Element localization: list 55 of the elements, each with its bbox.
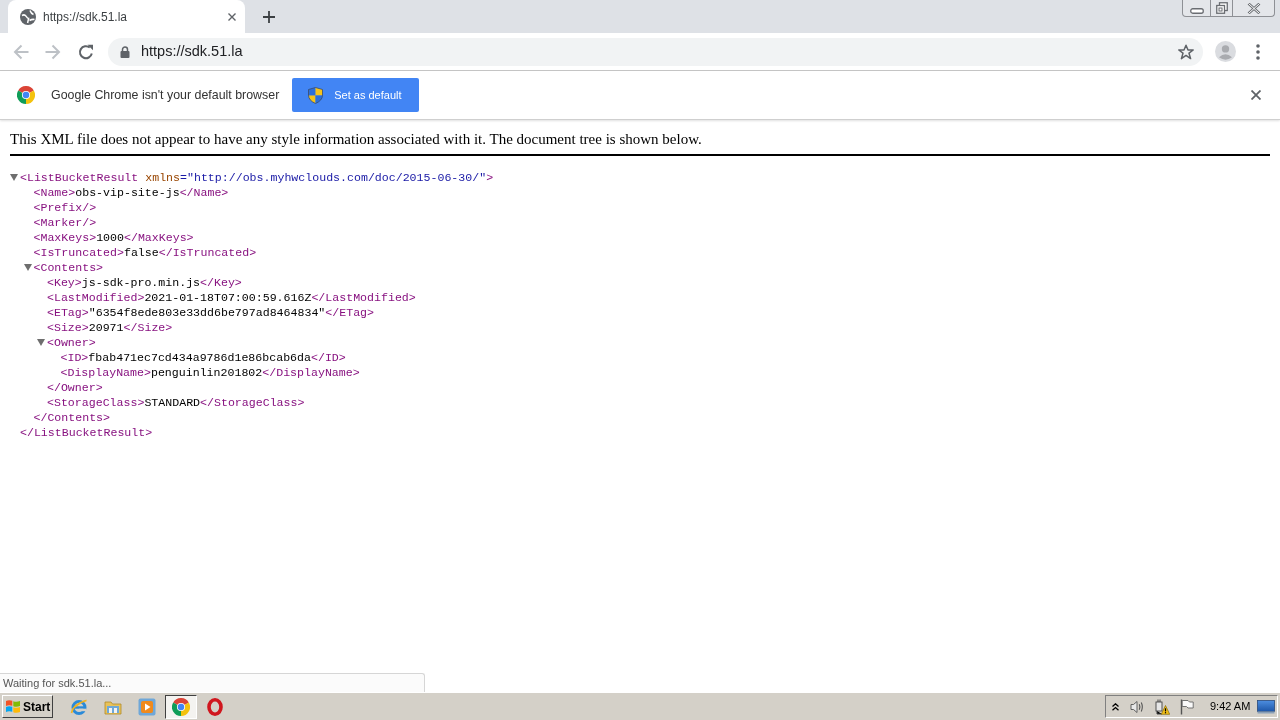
lock-icon [120, 45, 130, 58]
close-icon [1246, 2, 1261, 14]
xml-line: <Owner> [47, 334, 96, 351]
close-icon[interactable] [1251, 90, 1261, 100]
xml-line: <Name>obs-vip-site-js</Name> [33, 184, 229, 201]
xml-line: </Owner> [47, 379, 103, 396]
minimize-icon [1189, 7, 1204, 14]
speaker-icon[interactable] [1130, 699, 1145, 714]
play-icon[interactable] [138, 697, 156, 716]
plus-icon[interactable] [263, 10, 275, 23]
restore-icon [1215, 2, 1228, 14]
network-warning-icon[interactable] [1154, 698, 1170, 715]
xml-notice: This XML file does not appear to have any style information associated with it. The document tree is shown below. [10, 130, 703, 148]
restore-button[interactable] [1211, 0, 1233, 17]
menu-icon[interactable] [1256, 43, 1260, 60]
disclosure-triangle-icon[interactable] [10, 174, 18, 181]
minimize-button[interactable] [1182, 0, 1211, 17]
xml-line: <MaxKeys>1000</MaxKeys> [33, 229, 194, 246]
xml-line: </ListBucketResult> [20, 424, 153, 441]
browser-tab[interactable]: https://sdk.51.la [8, 0, 245, 33]
xml-line: <Key>js-sdk-pro.min.js</Key> [47, 274, 242, 291]
window-close-button[interactable] [1233, 0, 1275, 17]
chrome-logo-icon [17, 86, 35, 104]
star-icon[interactable] [1178, 43, 1194, 60]
globe-icon [20, 8, 36, 25]
ring-icon[interactable] [207, 697, 223, 716]
flag-icon[interactable] [1180, 698, 1194, 715]
xml-line: <IsTruncated>false</IsTruncated> [33, 244, 257, 261]
infobar-message: Google Chrome isn't your default browser [51, 86, 280, 104]
close-icon[interactable] [228, 12, 236, 21]
xml-line: <Contents> [33, 259, 104, 276]
taskbar-button[interactable] [165, 694, 197, 719]
xml-line: <Prefix/> [33, 199, 97, 216]
address-bar[interactable]: https://sdk.51.la [108, 37, 1203, 66]
xml-line: <ID>fbab471ec7cd434a9786d1e86bcab6da</ID> [60, 349, 346, 366]
chrome-logo-icon[interactable] [172, 697, 190, 716]
status-bubble: Waiting for sdk.51.la... [0, 673, 425, 692]
xml-line: <ETag>"6354f8ede803e33dd6be797ad8464834"</ETag> [47, 304, 374, 321]
xml-line: <LastModified>2021-01-18T07:00:59.616Z</LastModified> [47, 289, 416, 306]
xml-line: <ListBucketResult xmlns="http://obs.myhwclouds.com/doc/2015-06-30/"> [20, 169, 494, 186]
xml-line: <Marker/> [33, 214, 97, 231]
clock[interactable]: 9:42 AM [1210, 698, 1251, 715]
xml-line: <Size>20971</Size> [47, 319, 173, 336]
set-default-button[interactable]: Set as default [292, 78, 420, 112]
disclosure-triangle-icon[interactable] [37, 339, 45, 346]
windows-logo-icon [5, 699, 21, 714]
xml-line: <DisplayName>penguinlin201802</DisplayName> [60, 364, 360, 381]
shield-icon [308, 86, 324, 104]
disclosure-triangle-icon[interactable] [23, 264, 32, 271]
show-desktop-icon[interactable] [1257, 699, 1275, 714]
xml-line: </Contents> [33, 409, 111, 426]
start-button[interactable]: Start [2, 695, 53, 718]
xml-line: <StorageClass>STANDARD</StorageClass> [47, 394, 305, 411]
chevron-up-icon[interactable] [1112, 702, 1119, 711]
reload-icon[interactable] [78, 43, 94, 60]
